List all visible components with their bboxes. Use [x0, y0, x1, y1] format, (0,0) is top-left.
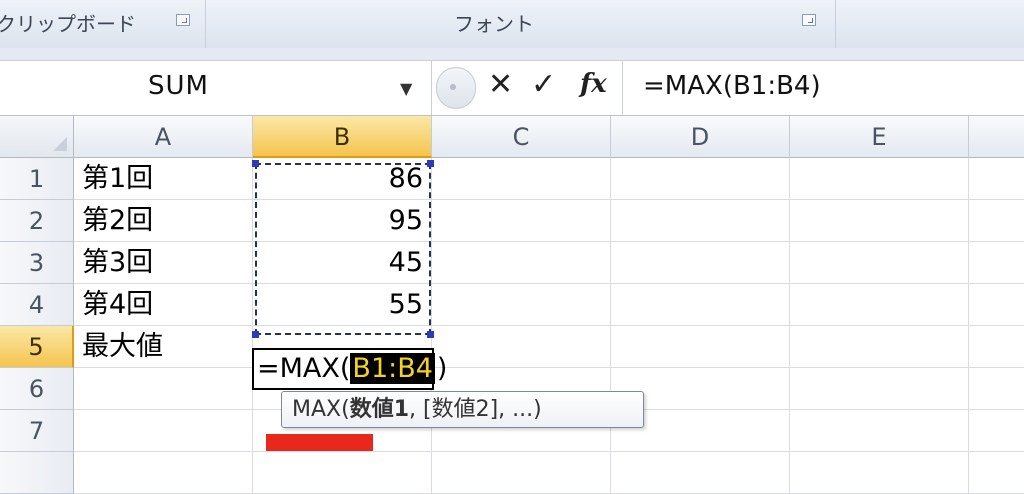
row-header-4[interactable]: 4	[0, 284, 74, 326]
cell-d1[interactable]	[611, 158, 790, 200]
cell-f2[interactable]	[969, 200, 1024, 242]
cell-f1[interactable]	[969, 158, 1024, 200]
cell-a6[interactable]	[74, 368, 253, 410]
cell-d4[interactable]	[611, 284, 790, 326]
edit-formula-suffix: )	[436, 353, 448, 384]
cell-f7[interactable]	[969, 410, 1024, 452]
range-handle-bottom-right[interactable]	[427, 331, 434, 338]
cell-a4[interactable]: 第4回	[74, 284, 253, 326]
column-header-a[interactable]: A	[74, 116, 253, 158]
cell-e7[interactable]	[790, 410, 969, 452]
formula-text: =MAX(B1:B4)	[643, 71, 821, 101]
cell-b2[interactable]: 95	[253, 200, 432, 242]
cell-c3[interactable]	[432, 242, 611, 284]
name-box-value: SUM	[148, 71, 209, 101]
cell-d8[interactable]	[611, 452, 790, 494]
row-header-2[interactable]: 2	[0, 200, 74, 242]
formula-bar-resize-handle[interactable]	[436, 67, 476, 109]
row-header-3[interactable]: 3	[0, 242, 74, 284]
ribbon-separator	[0, 48, 1024, 60]
cell-e6[interactable]	[790, 368, 969, 410]
column-header-f[interactable]	[969, 116, 1024, 158]
cell-a8[interactable]	[74, 452, 253, 494]
cell-a1[interactable]: 第1回	[74, 158, 253, 200]
range-handle-bottom-left[interactable]	[252, 331, 259, 338]
ribbon-group-clipboard: クリップボード	[0, 0, 206, 48]
check-icon[interactable]: ✓	[531, 67, 556, 102]
cell-e1[interactable]	[790, 158, 969, 200]
dropdown-arrow-icon[interactable]: ▼	[400, 79, 412, 98]
row-header-5[interactable]: 5	[0, 326, 74, 368]
dialog-launcher-icon[interactable]	[176, 14, 190, 26]
cell-f3[interactable]	[969, 242, 1024, 284]
row-header-1[interactable]: 1	[0, 158, 74, 200]
red-annotation-mark	[266, 434, 373, 451]
cell-b3[interactable]: 45	[253, 242, 432, 284]
cell-e5[interactable]	[790, 326, 969, 368]
cell-f6[interactable]	[969, 368, 1024, 410]
cell-a3[interactable]: 第3回	[74, 242, 253, 284]
name-box[interactable]: SUM ▼	[0, 61, 432, 115]
row-header-7[interactable]: 7	[0, 410, 74, 452]
cell-f5[interactable]	[969, 326, 1024, 368]
cell-e2[interactable]	[790, 200, 969, 242]
cell-edit-text: =MAX(B1:B4)	[257, 350, 447, 388]
active-cell-editor[interactable]: =MAX(B1:B4)	[252, 348, 447, 390]
cell-a7[interactable]	[74, 410, 253, 452]
column-header-e[interactable]: E	[790, 116, 969, 158]
row-header-8[interactable]	[0, 452, 74, 494]
formula-input[interactable]: =MAX(B1:B4)	[622, 61, 1024, 115]
edit-range-reference: B1:B4	[350, 353, 435, 384]
range-handle-top-left[interactable]	[252, 160, 259, 167]
cell-f8[interactable]	[969, 452, 1024, 494]
ribbon-group-label-clipboard: クリップボード	[0, 12, 136, 36]
spreadsheet-grid: A B C D E 1 2 3 4 5 6 7 第1回 86 第2回 95 第3…	[0, 116, 1024, 494]
cell-e4[interactable]	[790, 284, 969, 326]
tooltip-current-argument: 数値1	[349, 397, 409, 422]
row-header-6[interactable]: 6	[0, 368, 74, 410]
tooltip-remaining-arguments: , [数値2], ...)	[409, 397, 542, 422]
select-all-corner[interactable]	[0, 116, 74, 158]
cell-a2[interactable]: 第2回	[74, 200, 253, 242]
function-argument-tooltip[interactable]: MAX(数値1, [数値2], ...)	[281, 391, 644, 428]
cell-c1[interactable]	[432, 158, 611, 200]
formula-bar: SUM ▼ ✕ ✓ fx =MAX(B1:B4)	[0, 60, 1024, 116]
tooltip-function-name: MAX(	[292, 397, 350, 422]
cancel-x-icon[interactable]: ✕	[488, 67, 513, 102]
cell-a5[interactable]: 最大値	[74, 326, 253, 368]
cell-c2[interactable]	[432, 200, 611, 242]
insert-function-icon[interactable]: fx	[580, 69, 607, 99]
ribbon-group-label-font: フォント	[454, 12, 534, 36]
cell-d2[interactable]	[611, 200, 790, 242]
cell-c4[interactable]	[432, 284, 611, 326]
edit-formula-prefix: =MAX(	[257, 353, 351, 384]
cell-d5[interactable]	[611, 326, 790, 368]
cell-b8[interactable]	[253, 452, 432, 494]
cell-e3[interactable]	[790, 242, 969, 284]
column-header-c[interactable]: C	[432, 116, 611, 158]
dialog-launcher-icon[interactable]	[802, 14, 816, 26]
cell-f4[interactable]	[969, 284, 1024, 326]
column-header-d[interactable]: D	[611, 116, 790, 158]
ribbon-group-font: フォント	[206, 0, 836, 48]
column-header-b[interactable]: B	[253, 116, 432, 158]
cell-e8[interactable]	[790, 452, 969, 494]
cell-c5[interactable]	[432, 326, 611, 368]
cell-b4[interactable]: 55	[253, 284, 432, 326]
cell-c8[interactable]	[432, 452, 611, 494]
cell-b1[interactable]: 86	[253, 158, 432, 200]
ribbon: クリップボード フォント	[0, 0, 1024, 49]
range-handle-top-right[interactable]	[427, 160, 434, 167]
cell-d3[interactable]	[611, 242, 790, 284]
